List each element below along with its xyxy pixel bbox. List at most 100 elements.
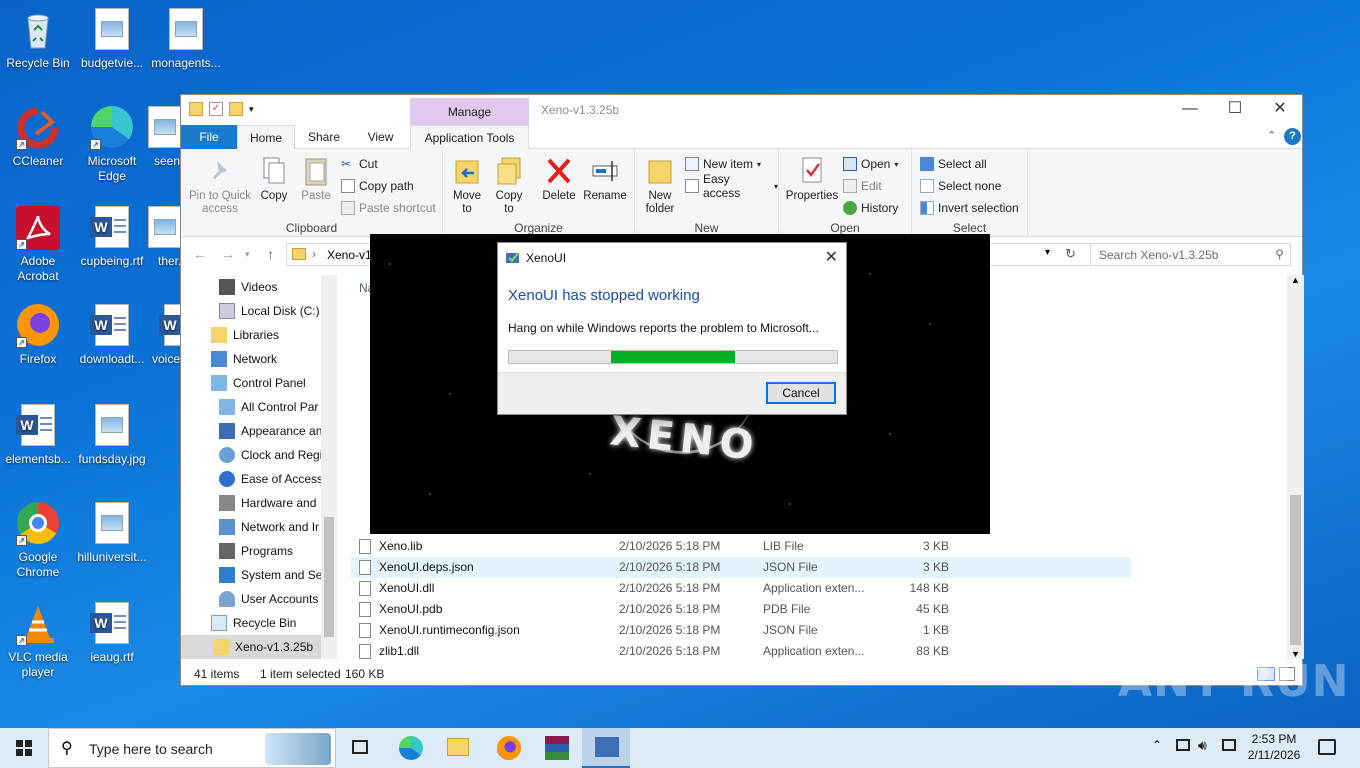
tab-share[interactable]: Share <box>295 125 353 149</box>
nav-item-recycle-bin[interactable]: Recycle Bin <box>211 611 296 635</box>
taskbar-winrar[interactable] <box>532 728 580 768</box>
copy-button[interactable]: Copy <box>255 155 293 203</box>
maximize-button[interactable]: ☐ <box>1212 95 1258 125</box>
search-input[interactable]: Search Xeno-v1.3.25b ⚲ <box>1090 243 1291 266</box>
nav-item-programs[interactable]: Programs <box>219 539 293 563</box>
taskbar-file-explorer[interactable] <box>434 728 482 768</box>
breadcrumb[interactable]: Xeno-v1 <box>327 248 372 262</box>
history-button[interactable]: History <box>843 199 898 217</box>
tab-application-tools[interactable]: Application Tools <box>410 125 529 149</box>
table-row[interactable]: zlib1.dll 2/10/2026 5:18 PM Application … <box>351 641 1131 662</box>
folder-icon[interactable] <box>189 102 203 116</box>
refresh-icon[interactable]: ↻ <box>1065 246 1076 262</box>
help-icon[interactable]: ? <box>1284 128 1301 145</box>
tab-home[interactable]: Home <box>237 125 295 149</box>
close-icon[interactable]: ✕ <box>825 247 838 267</box>
back-arrow-icon[interactable]: ← <box>193 246 207 262</box>
task-view-button[interactable] <box>336 728 384 768</box>
customize-dropdown-icon[interactable]: ▾ <box>249 102 263 116</box>
nav-item-network-internet[interactable]: Network and Ir <box>219 515 319 539</box>
invert-selection-button[interactable]: Invert selection <box>920 199 1019 217</box>
nav-item-hardware[interactable]: Hardware and <box>219 491 316 515</box>
notifications-icon[interactable] <box>1318 739 1336 755</box>
new-folder-icon[interactable] <box>229 102 243 116</box>
tab-view[interactable]: View <box>353 125 408 149</box>
select-all-button[interactable]: Select all <box>920 155 987 173</box>
up-arrow-icon[interactable]: ↑ <box>267 246 274 262</box>
desktop-icon-ieaug[interactable]: W ieaug.rtf <box>74 602 150 665</box>
properties-icon[interactable]: ✓ <box>209 102 223 116</box>
nav-item-control-panel[interactable]: Control Panel <box>211 371 306 395</box>
table-row[interactable]: XenoUI.runtimeconfig.json 2/10/2026 5:18… <box>351 620 1131 641</box>
minimize-button[interactable]: — <box>1167 95 1213 125</box>
desktop-icon-ccleaner[interactable]: ↗ CCleaner <box>0 106 76 169</box>
select-none-button[interactable]: Select none <box>920 177 1001 195</box>
table-row[interactable]: XenoUI.deps.json 2/10/2026 5:18 PM JSON … <box>351 557 1131 578</box>
easy-access-button[interactable]: Easy access ▾ <box>685 172 778 200</box>
nav-item-user-accounts[interactable]: User Accounts <box>219 587 318 611</box>
table-row[interactable]: Xeno.lib 2/10/2026 5:18 PM LIB File 3 KB <box>351 536 1131 557</box>
desktop-icon-hilluniversity[interactable]: hilluniversit... <box>74 502 150 565</box>
table-row[interactable]: XenoUI.pdb 2/10/2026 5:18 PM PDB File 45… <box>351 599 1131 620</box>
pin-quick-access-button[interactable]: Pin to Quick access <box>187 155 253 216</box>
nav-item-appearance[interactable]: Appearance an <box>219 419 322 443</box>
desktop-icon-seen[interactable]: seen... <box>148 106 180 169</box>
paste-shortcut-button[interactable]: Paste shortcut <box>341 199 436 217</box>
taskbar-firefox[interactable] <box>484 728 532 768</box>
open-button[interactable]: Open ▾ <box>843 155 898 173</box>
desktop-icon-ther[interactable]: ther... <box>148 206 180 269</box>
address-dropdown-icon[interactable]: ▾ <box>1045 247 1050 258</box>
nav-item-all-control-panel[interactable]: All Control Par <box>219 395 318 419</box>
desktop-icon-vlc[interactable]: ↗ VLC media player <box>0 602 76 680</box>
start-button[interactable] <box>0 728 48 768</box>
chevron-up-icon[interactable]: ⌃ <box>1152 738 1162 752</box>
nav-item-libraries[interactable]: Libraries <box>211 323 279 347</box>
volume-icon[interactable]: 🔊︎ <box>1198 737 1207 754</box>
desktop-icon-monagents[interactable]: monagents... <box>148 8 224 71</box>
scrollbar-thumb[interactable] <box>324 517 334 637</box>
taskbar-clock[interactable]: 2:53 PM 2/11/2026 <box>1238 731 1310 763</box>
table-row[interactable]: XenoUI.dll 2/10/2026 5:18 PM Application… <box>351 578 1131 599</box>
desktop-icon-edge[interactable]: ↗ Microsoft Edge <box>74 106 150 184</box>
desktop-icon-recycle-bin[interactable]: Recycle Bin <box>0 8 76 71</box>
nav-item-clock-region[interactable]: Clock and Regi <box>219 443 322 467</box>
delete-button[interactable]: Delete <box>539 155 579 203</box>
paste-button[interactable]: Paste <box>297 155 335 203</box>
forward-arrow-icon[interactable]: → <box>221 246 235 262</box>
new-folder-button[interactable]: New folder <box>639 155 681 216</box>
desktop-icon-budgetview[interactable]: budgetvie... <box>74 8 150 71</box>
desktop-icon-cupbeing[interactable]: W cupbeing.rtf <box>74 206 150 269</box>
desktop-icon-fundsday[interactable]: fundsday.jpg <box>74 404 150 467</box>
keyboard-icon[interactable] <box>1222 739 1236 751</box>
taskbar-xenoui[interactable] <box>582 728 630 768</box>
nav-item-network[interactable]: Network <box>211 347 277 371</box>
desktop-icon-firefox[interactable]: ↗ Firefox <box>0 304 76 367</box>
nav-item-local-disk[interactable]: Local Disk (C:) <box>219 299 320 323</box>
recent-dropdown-icon[interactable]: ▾ <box>245 249 250 260</box>
nav-item-ease-of-access[interactable]: Ease of Access <box>219 467 323 491</box>
cancel-button[interactable]: Cancel <box>766 382 836 404</box>
new-item-button[interactable]: New item ▾ <box>685 155 761 173</box>
desktop-icon-voice[interactable]: W voice... <box>148 304 180 367</box>
desktop-icon-downloadt[interactable]: W downloadt... <box>74 304 150 367</box>
move-to-button[interactable]: Move to <box>449 155 485 216</box>
copy-path-button[interactable]: Copy path <box>341 177 414 195</box>
cut-button[interactable]: ✂ Cut <box>341 155 378 173</box>
nav-scrollbar[interactable] <box>321 275 337 659</box>
scroll-up-icon[interactable]: ▲ <box>1291 275 1300 285</box>
desktop-icon-acrobat[interactable]: ↗ Adobe Acrobat <box>0 206 76 284</box>
nav-item-videos[interactable]: Videos <box>219 275 277 299</box>
close-button[interactable]: ✕ <box>1257 95 1303 125</box>
edit-button[interactable]: Edit <box>843 177 882 195</box>
collapse-ribbon-icon[interactable]: ⌃ <box>1267 129 1276 142</box>
taskbar-search[interactable]: ⚲ Type here to search <box>48 728 336 768</box>
scrollbar-thumb[interactable] <box>1290 495 1301 645</box>
nav-item-system-security[interactable]: System and Se <box>219 563 322 587</box>
properties-button[interactable]: Properties <box>783 155 841 203</box>
file-list-scrollbar[interactable]: ▲ ▼ <box>1287 275 1304 659</box>
manage-context-tab[interactable]: Manage <box>410 98 529 126</box>
tab-file[interactable]: File <box>181 125 237 149</box>
network-icon[interactable] <box>1176 739 1190 751</box>
desktop-icon-chrome[interactable]: ↗ Google Chrome <box>0 502 76 580</box>
rename-button[interactable]: Rename <box>583 155 627 203</box>
